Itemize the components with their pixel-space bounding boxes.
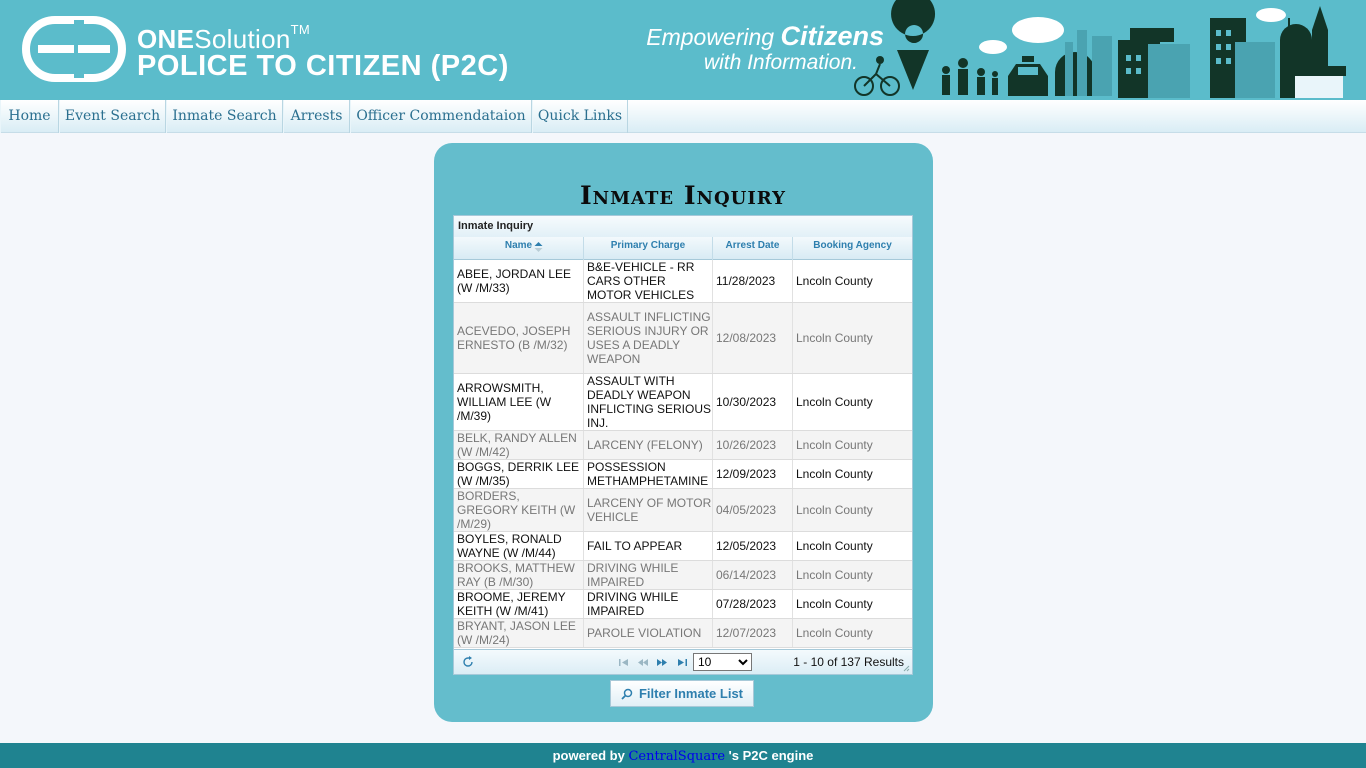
cell-date: 12/09/2023	[713, 460, 793, 488]
grid-caption: Inmate Inquiry	[454, 216, 912, 237]
cell-date: 07/28/2023	[713, 590, 793, 618]
column-header-primary-charge[interactable]: Primary Charge	[584, 237, 713, 260]
page-size-select[interactable]: 10	[693, 653, 752, 671]
column-header-booking-agency[interactable]: Booking Agency	[793, 237, 912, 260]
cell-name: BORDERS, GREGORY KEITH (W /M/29)	[454, 489, 584, 531]
prev-page-icon[interactable]	[637, 658, 649, 667]
refresh-icon[interactable]	[462, 656, 474, 668]
inmate-grid: Inmate Inquiry Name Primary Charge Arres…	[453, 215, 913, 675]
site-header: ONESolutionTM POLICE TO CITIZEN (P2C) Em…	[0, 0, 1366, 100]
cell-date: 06/14/2023	[713, 561, 793, 589]
main-nav: Home Event Search Inmate Search Arrests …	[0, 100, 1366, 133]
cell-charge: POSSESSION METHAMPHETAMINE	[584, 460, 713, 488]
cell-name: ABEE, JORDAN LEE (W /M/33)	[454, 260, 584, 302]
nav-event-search[interactable]: Event Search	[59, 100, 166, 133]
product-name: POLICE TO CITIZEN (P2C)	[137, 50, 509, 82]
table-row[interactable]: BROOKS, MATTHEW RAY (B /M/30) DRIVING WHI…	[454, 561, 912, 590]
centralsquare-link[interactable]: CentralSquare	[628, 749, 725, 764]
table-row[interactable]: ACEVEDO, JOSEPH ERNESTO (B /M/32) ASSAULT…	[454, 303, 912, 374]
table-row[interactable]: BRYANT, JASON LEE (W /M/24) PAROLE VIOLAT…	[454, 619, 912, 648]
cell-date: 04/05/2023	[713, 489, 793, 531]
table-row[interactable]: BOGGS, DERRIK LEE (W /M/35) POSSESSION ME…	[454, 460, 912, 489]
cell-charge: DRIVING WHILE IMPAIRED	[584, 590, 713, 618]
cell-charge: FAIL TO APPEAR	[584, 532, 713, 560]
cell-agency: Lncoln County	[796, 438, 873, 452]
nav-inmate-search[interactable]: Inmate Search	[166, 100, 283, 133]
page-title: Inmate Inquiry	[579, 181, 787, 210]
grid-header: Name Primary Charge Arrest Date Booking …	[454, 237, 912, 260]
resize-grip-icon[interactable]	[903, 665, 910, 672]
cell-name: BELK, RANDY ALLEN (W /M/42)	[454, 431, 584, 459]
cell-agency: Lncoln County	[796, 395, 873, 409]
table-row[interactable]: ARROWSMITH, WILLIAM LEE (W /M/39) ASSAULT…	[454, 374, 912, 431]
cell-name: ARROWSMITH, WILLIAM LEE (W /M/39)	[454, 374, 584, 430]
cell-date: 12/05/2023	[713, 532, 793, 560]
nav-officer-commendation[interactable]: Officer Commendataion	[350, 100, 532, 133]
tagline: Empowering Citizens with Information.	[646, 21, 884, 74]
cell-agency: Lncoln County	[796, 274, 873, 288]
site-footer: powered by CentralSquare 's P2C engine	[0, 743, 1366, 768]
cell-charge: LARCENY OF MOTOR VEHICLE	[584, 489, 713, 531]
cell-charge: LARCENY (FELONY)	[584, 431, 713, 459]
grid-pager: 10 1 - 10 of 137 Results	[454, 649, 912, 674]
cell-date: 11/28/2023	[713, 260, 793, 302]
cell-date: 12/08/2023	[713, 303, 793, 373]
cell-charge: PAROLE VIOLATION	[584, 619, 713, 647]
first-page-icon[interactable]	[618, 658, 630, 667]
cell-agency: Lncoln County	[796, 597, 873, 611]
table-row[interactable]: BORDERS, GREGORY KEITH (W /M/29) LARCENY …	[454, 489, 912, 532]
cell-date: 10/30/2023	[713, 374, 793, 430]
cell-agency: Lncoln County	[796, 539, 873, 553]
table-row[interactable]: BROOME, JEREMY KEITH (W /M/41) DRIVING WH…	[454, 590, 912, 619]
nav-arrests[interactable]: Arrests	[283, 100, 350, 133]
column-header-name[interactable]: Name	[454, 237, 584, 260]
cell-date: 12/07/2023	[713, 619, 793, 647]
cell-charge: B&E-VEHICLE - RR CARS OTHER MOTOR VEHICL…	[584, 260, 713, 302]
result-info: 1 - 10 of 137 Results	[793, 655, 904, 669]
table-row[interactable]: BOYLES, RONALD WAYNE (W /M/44) FAIL TO AP…	[454, 532, 912, 561]
cell-agency: Lncoln County	[796, 626, 873, 640]
table-row[interactable]: BELK, RANDY ALLEN (W /M/42) LARCENY (FELO…	[454, 431, 912, 460]
cell-charge: DRIVING WHILE IMPAIRED	[584, 561, 713, 589]
cell-name: BROOKS, MATTHEW RAY (B /M/30)	[454, 561, 584, 589]
cell-date: 10/26/2023	[713, 431, 793, 459]
nav-quick-links[interactable]: Quick Links	[532, 100, 628, 133]
search-icon	[621, 688, 633, 700]
logo-icon	[22, 16, 126, 82]
filter-inmate-list-button[interactable]: Filter Inmate List	[610, 680, 754, 707]
column-header-arrest-date[interactable]: Arrest Date	[713, 237, 793, 260]
cell-agency: Lncoln County	[796, 568, 873, 582]
cell-name: BRYANT, JASON LEE (W /M/24)	[454, 619, 584, 647]
skyline-illustration	[854, 0, 1346, 98]
table-row[interactable]: ABEE, JORDAN LEE (W /M/33) B&E-VEHICLE - …	[454, 260, 912, 303]
cell-agency: Lncoln County	[796, 331, 873, 345]
last-page-icon[interactable]	[676, 658, 688, 667]
next-page-icon[interactable]	[656, 658, 668, 667]
nav-home[interactable]: Home	[0, 100, 59, 133]
cell-agency: Lncoln County	[796, 467, 873, 481]
cell-charge: ASSAULT INFLICTING SERIOUS INJURY OR USE…	[584, 303, 713, 373]
cell-charge: ASSAULT WITH DEADLY WEAPON INFLICTING SE…	[584, 374, 713, 430]
cell-name: ACEVEDO, JOSEPH ERNESTO (B /M/32)	[454, 303, 584, 373]
cell-name: BOGGS, DERRIK LEE (W /M/35)	[454, 460, 584, 488]
cell-agency: Lncoln County	[796, 503, 873, 517]
cell-name: BOYLES, RONALD WAYNE (W /M/44)	[454, 532, 584, 560]
cell-name: BROOME, JEREMY KEITH (W /M/41)	[454, 590, 584, 618]
sort-asc-icon	[534, 242, 543, 252]
